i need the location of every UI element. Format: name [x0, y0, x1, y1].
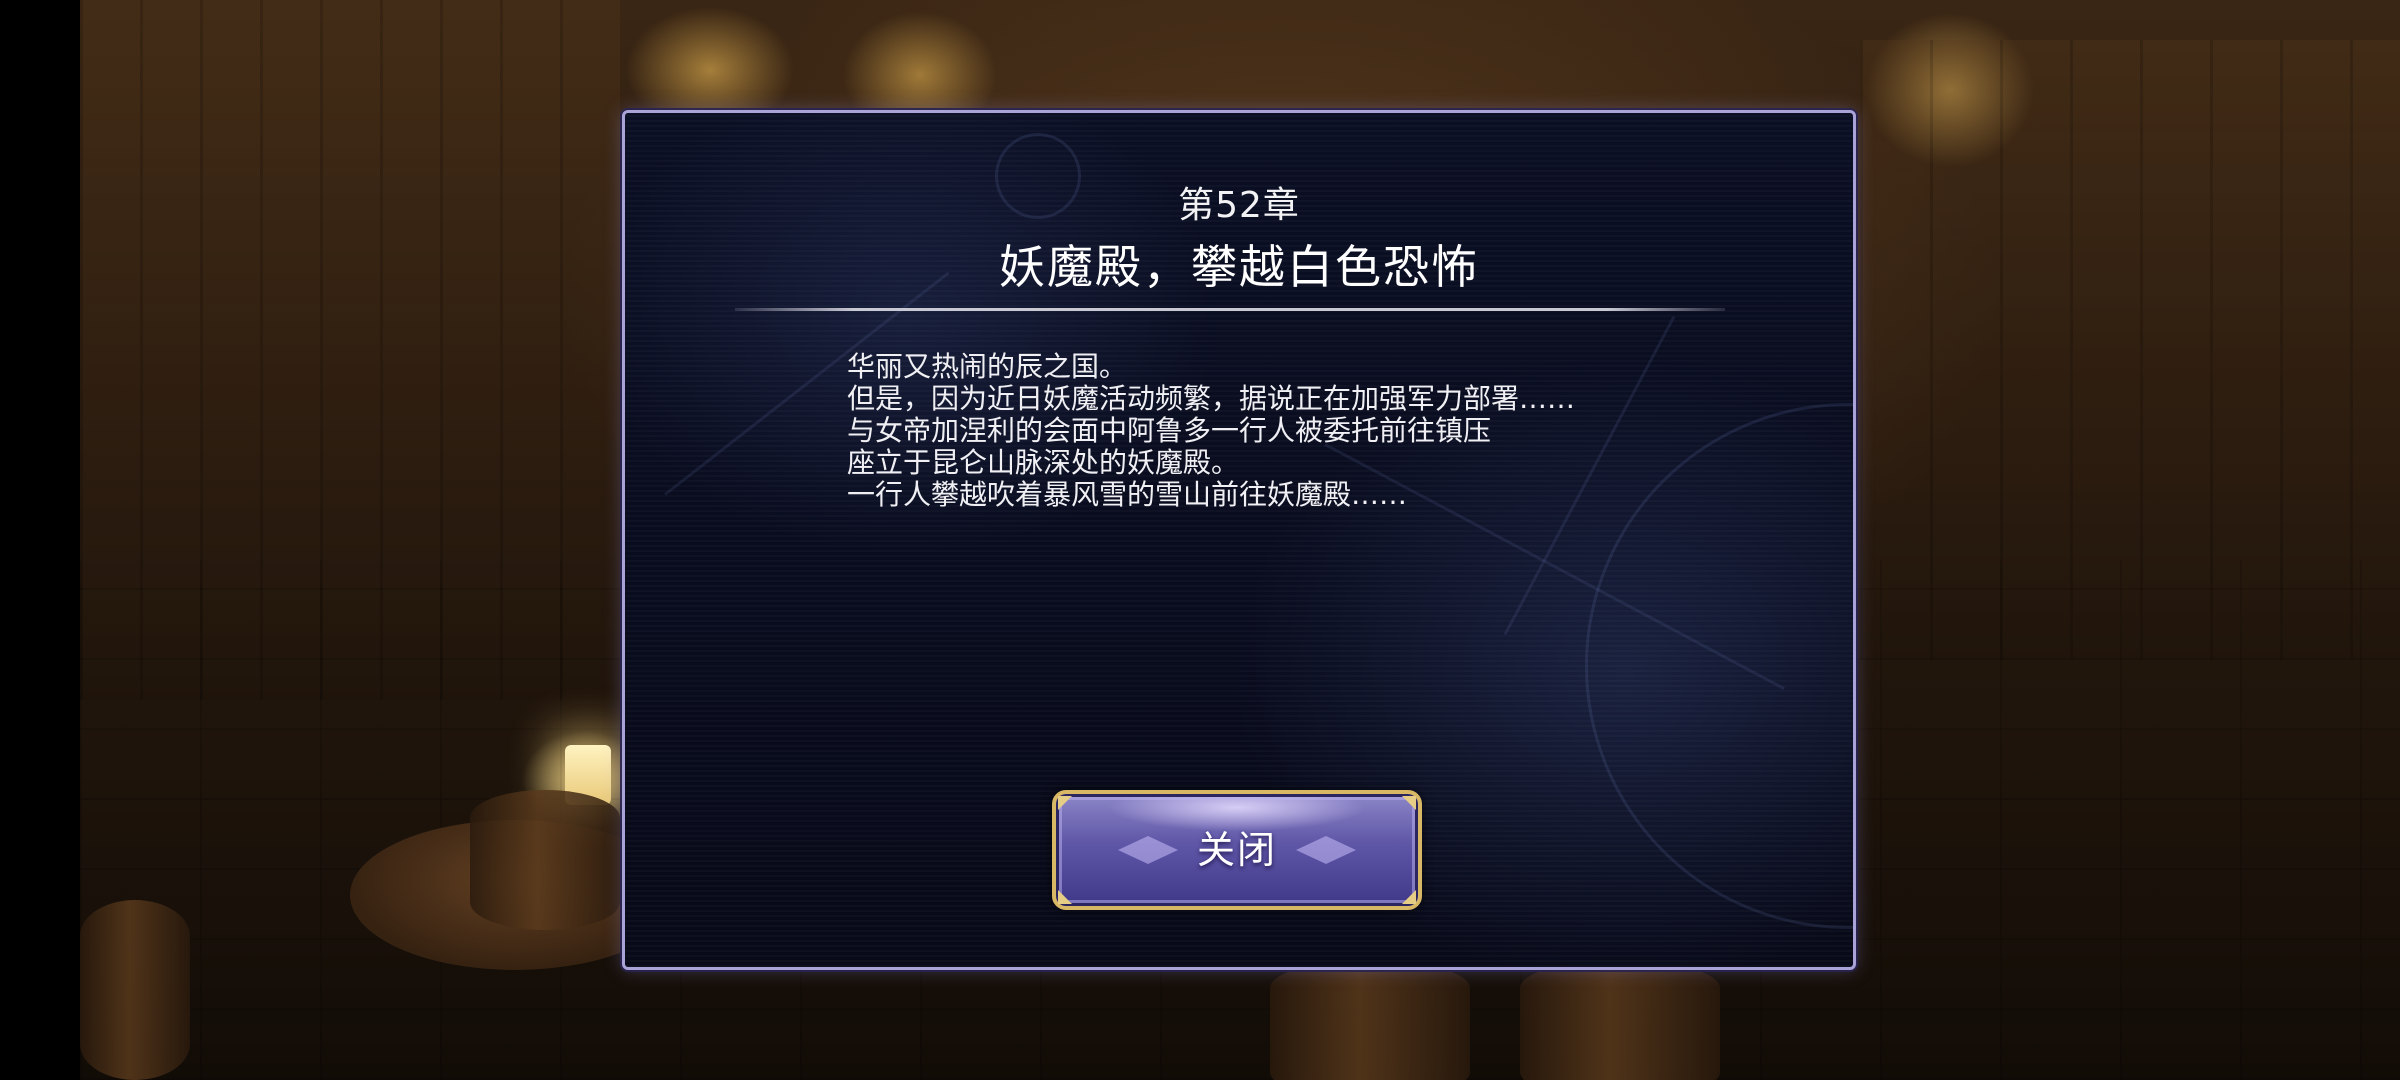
background-barrel [470, 790, 620, 930]
game-screen: 第52章 妖魔殿，攀越白色恐怖 华丽又热闹的辰之国。 但是，因为近日妖魔活动频繁… [0, 0, 2400, 1080]
background-barrel [1270, 960, 1470, 1080]
close-button-label: 关闭 [1196, 828, 1277, 872]
story-line: 华丽又热闹的辰之国。 [847, 350, 1128, 383]
background-barrel [1520, 960, 1720, 1080]
background-barrel [80, 900, 190, 1080]
story-line: 但是，因为近日妖魔活动频繁，据说正在加强军力部署…… [847, 382, 1576, 415]
story-line: 一行人攀越吹着暴风雪的雪山前往妖魔殿…… [847, 478, 1408, 511]
chapter-story-text: 华丽又热闹的辰之国。 但是，因为近日妖魔活动频繁，据说正在加强军力部署…… 与女… [847, 351, 1667, 511]
title-divider [735, 308, 1725, 311]
chapter-title: 妖魔殿，攀越白色恐怖 [999, 240, 1479, 294]
story-line: 座立于昆仑山脉深处的妖魔殿。 [847, 446, 1240, 479]
chapter-intro-dialog: 第52章 妖魔殿，攀越白色恐怖 华丽又热闹的辰之国。 但是，因为近日妖魔活动频繁… [622, 110, 1856, 970]
chapter-number: 第52章 [1178, 185, 1300, 226]
close-button[interactable]: 关闭 [1052, 790, 1422, 910]
story-line: 与女帝加涅利的会面中阿鲁多一行人被委托前往镇压 [847, 414, 1492, 447]
letterbox-bar [0, 0, 80, 1080]
